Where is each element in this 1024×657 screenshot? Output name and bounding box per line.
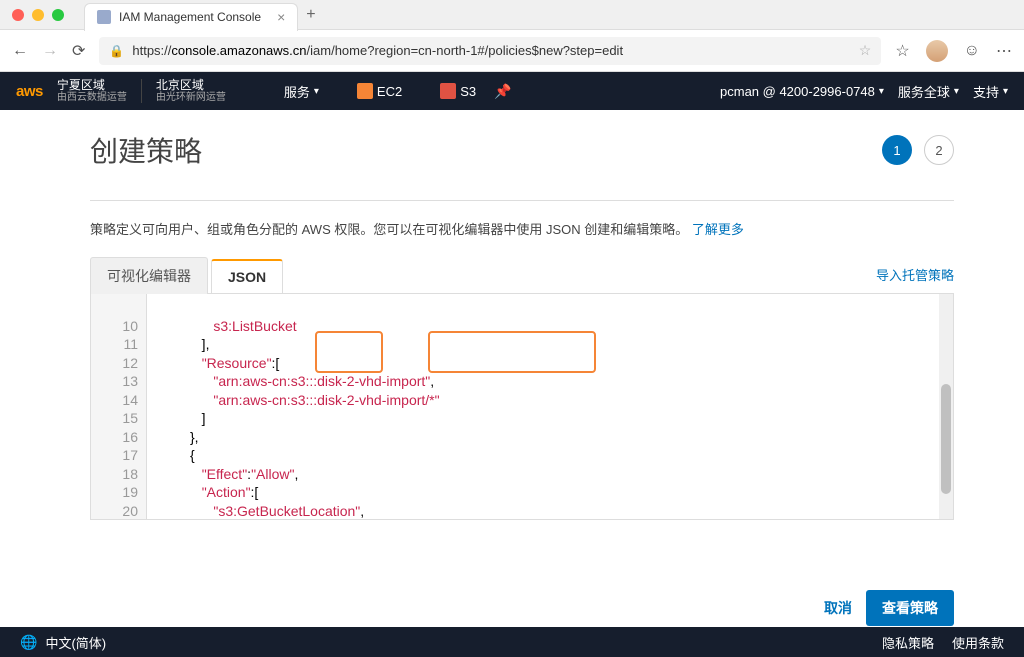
editor-tabs: 可视化编辑器 JSON 导入托管策略 <box>90 256 954 294</box>
highlight-box-2 <box>428 331 596 373</box>
privacy-link[interactable]: 隐私策略 <box>882 633 934 652</box>
globe-icon: 🌐 <box>20 634 37 651</box>
url-text: https://console.amazonaws.cn/iam/home?re… <box>132 43 623 58</box>
cancel-button[interactable]: 取消 <box>824 598 852 618</box>
action-buttons: 取消 查看策略 <box>90 520 954 626</box>
caret-down-icon: ▾ <box>1003 86 1008 97</box>
tab-visual-editor[interactable]: 可视化编辑器 <box>90 257 208 294</box>
aws-header: aws 宁夏区域 由西云数据运营 北京区域 由光环新网运营 服务 ▾ EC2 S… <box>0 72 1024 110</box>
step-1[interactable]: 1 <box>882 135 912 165</box>
line-gutter: 1011121314151617181920 <box>91 294 147 519</box>
tab-json[interactable]: JSON <box>211 259 283 293</box>
profile-avatar[interactable] <box>926 40 948 62</box>
step-2[interactable]: 2 <box>924 135 954 165</box>
smiley-icon[interactable]: ☺ <box>964 42 980 60</box>
ec2-shortcut[interactable]: EC2 <box>357 83 402 99</box>
terms-link[interactable]: 使用条款 <box>952 633 1004 652</box>
review-policy-button[interactable]: 查看策略 <box>866 590 954 626</box>
main-content: 创建策略 1 2 策略定义可向用户、组或角色分配的 AWS 权限。您可以在可视化… <box>0 110 1024 626</box>
aws-footer: 🌐 中文(简体) 隐私策略 使用条款 <box>0 627 1024 657</box>
scroll-thumb[interactable] <box>941 384 951 494</box>
caret-down-icon: ▾ <box>954 86 959 97</box>
account-menu[interactable]: pcman @ 4200-2996-0748 ▾ <box>720 84 884 99</box>
browser-titlebar: IAM Management Console × + <box>0 0 1024 30</box>
json-editor[interactable]: 1011121314151617181920 s3:ListBucket ], … <box>90 294 954 520</box>
more-icon[interactable]: ⋯ <box>996 41 1012 61</box>
pin-icon[interactable]: 📌 <box>494 83 511 100</box>
divider <box>141 79 142 103</box>
scrollbar[interactable] <box>939 294 953 519</box>
refresh-button[interactable]: ⟳ <box>72 41 85 61</box>
bookmark-icon[interactable]: ☆ <box>859 42 872 59</box>
aws-logo[interactable]: aws <box>16 83 43 100</box>
window-minimize[interactable] <box>32 9 44 21</box>
support-menu[interactable]: 支持 ▾ <box>973 82 1008 101</box>
caret-down-icon: ▾ <box>314 86 319 97</box>
services-menu[interactable]: 服务 ▾ <box>284 82 319 101</box>
import-managed-policy-link[interactable]: 导入托管策略 <box>876 265 954 284</box>
s3-icon <box>440 83 456 99</box>
description: 策略定义可向用户、组或角色分配的 AWS 权限。您可以在可视化编辑器中使用 JS… <box>90 201 954 248</box>
global-menu[interactable]: 服务全球 ▾ <box>898 82 959 101</box>
region-beijing[interactable]: 北京区域 由光环新网运营 <box>156 79 226 103</box>
window-maximize[interactable] <box>52 9 64 21</box>
back-button[interactable]: ← <box>12 42 28 60</box>
window-controls <box>12 9 64 21</box>
lock-icon: 🔒 <box>109 44 124 58</box>
address-bar[interactable]: 🔒 https://console.amazonaws.cn/iam/home?… <box>99 37 881 65</box>
ec2-icon <box>357 83 373 99</box>
caret-down-icon: ▾ <box>879 86 884 97</box>
browser-toolbar: ← → ⟳ 🔒 https://console.amazonaws.cn/iam… <box>0 30 1024 72</box>
highlight-box-1 <box>315 331 383 373</box>
window-close[interactable] <box>12 9 24 21</box>
tab-title: IAM Management Console <box>119 10 261 24</box>
s3-shortcut[interactable]: S3 <box>440 83 476 99</box>
language-selector[interactable]: 中文(简体) <box>45 633 106 652</box>
region-ningxia[interactable]: 宁夏区域 由西云数据运营 <box>57 79 127 103</box>
tab-close-icon[interactable]: × <box>277 9 285 25</box>
forward-button: → <box>42 42 58 60</box>
code-body[interactable]: s3:ListBucket ], "Resource":[ "arn:aws-c… <box>147 294 953 519</box>
favorites-icon[interactable]: ☆ <box>895 41 909 61</box>
learn-more-link[interactable]: 了解更多 <box>692 222 744 237</box>
wizard-steps: 1 2 <box>882 135 954 165</box>
page-title: 创建策略 <box>90 130 202 170</box>
tab-favicon <box>97 10 111 24</box>
new-tab-button[interactable]: + <box>306 6 315 24</box>
browser-tab[interactable]: IAM Management Console × <box>84 3 298 31</box>
